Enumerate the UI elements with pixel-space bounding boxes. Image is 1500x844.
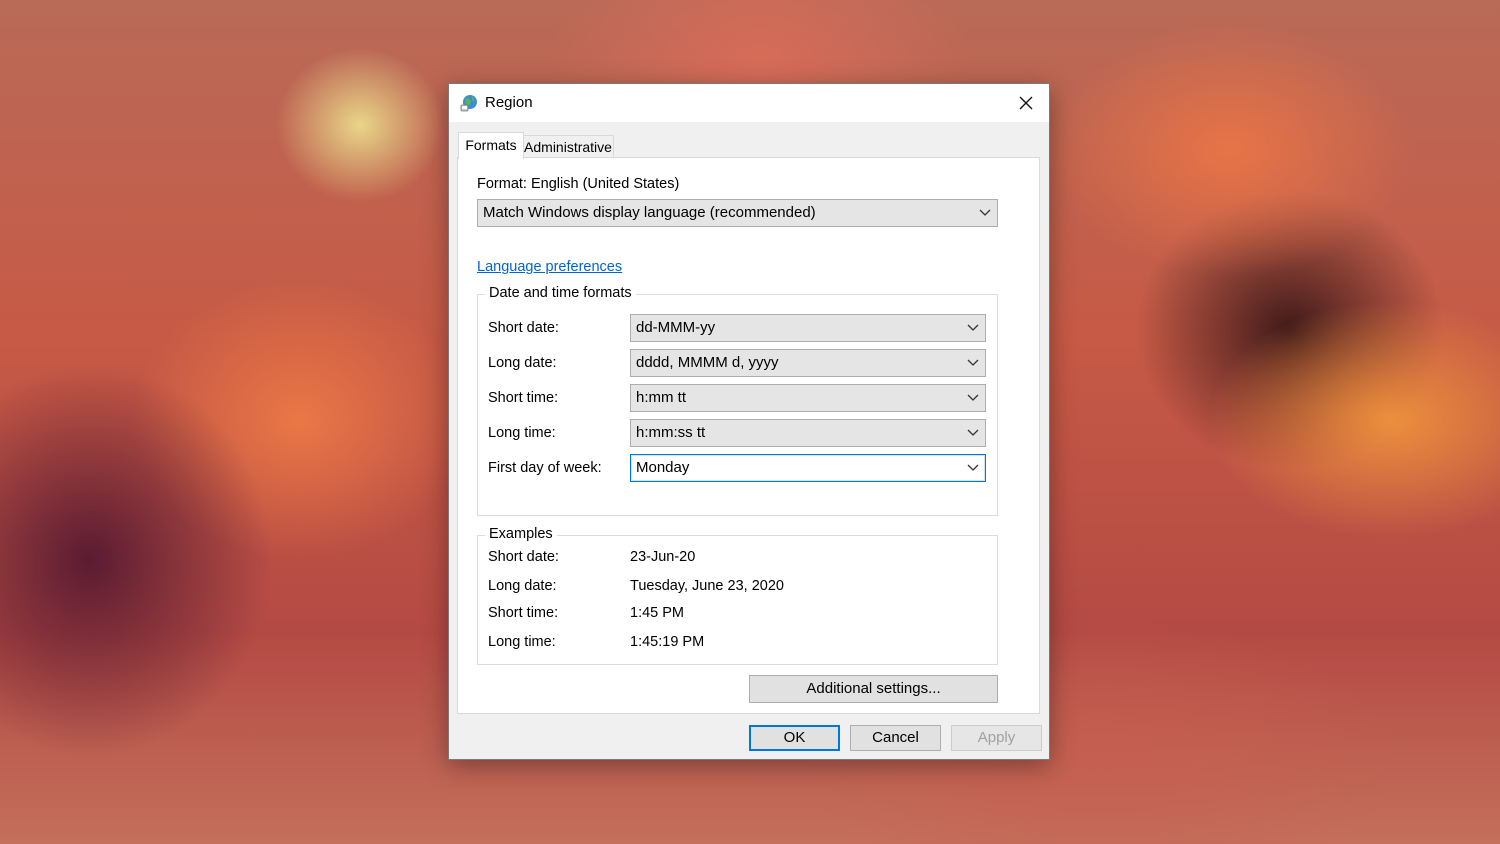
short-time-select[interactable]: h:mm tt: [630, 384, 986, 412]
short-time-label: Short time:: [488, 390, 559, 406]
format-select[interactable]: Match Windows display language (recommen…: [477, 199, 998, 227]
date-time-formats-legend: Date and time formats: [485, 285, 636, 301]
example-short-date-label: Short date:: [488, 549, 559, 565]
first-day-of-week-value: Monday: [636, 459, 690, 476]
example-long-date-label: Long date:: [488, 578, 557, 594]
tab-formats[interactable]: Formats: [458, 132, 524, 159]
chevron-down-icon: [979, 209, 991, 216]
formats-panel: Format: English (United States) Match Wi…: [457, 157, 1040, 714]
example-long-time-label: Long time:: [488, 634, 556, 650]
globe-icon: [460, 95, 477, 112]
format-label: Format: English (United States): [477, 176, 680, 192]
date-time-formats-group: Date and time formats Short date: dd-MMM…: [477, 285, 998, 516]
first-day-of-week-select[interactable]: Monday: [630, 454, 986, 482]
short-date-label: Short date:: [488, 320, 559, 336]
first-day-of-week-label: First day of week:: [488, 460, 602, 476]
example-short-date-value: 23-Jun-20: [630, 549, 696, 565]
tab-administrative[interactable]: Administrative: [522, 135, 614, 159]
language-preferences-link[interactable]: Language preferences: [477, 259, 622, 275]
example-short-time-label: Short time:: [488, 605, 559, 621]
window-title: Region: [485, 94, 533, 111]
short-time-value: h:mm tt: [636, 389, 687, 406]
example-long-time-value: 1:45:19 PM: [630, 634, 705, 650]
chevron-down-icon: [967, 464, 979, 471]
chevron-down-icon: [967, 429, 979, 436]
chevron-down-icon: [967, 394, 979, 401]
additional-settings-button[interactable]: Additional settings...: [749, 675, 998, 703]
title-bar: Region: [449, 84, 1049, 122]
examples-group: Examples Short date: 23-Jun-20 Long date…: [477, 526, 998, 665]
ok-button[interactable]: OK: [749, 725, 840, 751]
region-dialog: Region Formats Administrative Format: En…: [448, 83, 1050, 760]
chevron-down-icon: [967, 359, 979, 366]
long-time-select[interactable]: h:mm:ss tt: [630, 419, 986, 447]
examples-legend: Examples: [485, 526, 557, 542]
short-date-select[interactable]: dd-MMM-yy: [630, 314, 986, 342]
long-date-label: Long date:: [488, 355, 557, 371]
long-time-label: Long time:: [488, 425, 556, 441]
close-button[interactable]: [1003, 84, 1049, 122]
long-date-select[interactable]: dddd, MMMM d, yyyy: [630, 349, 986, 377]
example-short-time-value: 1:45 PM: [630, 605, 684, 621]
cancel-button[interactable]: Cancel: [850, 725, 941, 751]
chevron-down-icon: [967, 324, 979, 331]
apply-button[interactable]: Apply: [951, 725, 1042, 751]
close-icon: [1019, 96, 1033, 110]
long-date-value: dddd, MMMM d, yyyy: [636, 354, 779, 371]
short-date-value: dd-MMM-yy: [636, 319, 716, 336]
long-time-value: h:mm:ss tt: [636, 424, 706, 441]
example-long-date-value: Tuesday, June 23, 2020: [630, 578, 784, 594]
format-select-value: Match Windows display language (recommen…: [483, 204, 816, 221]
